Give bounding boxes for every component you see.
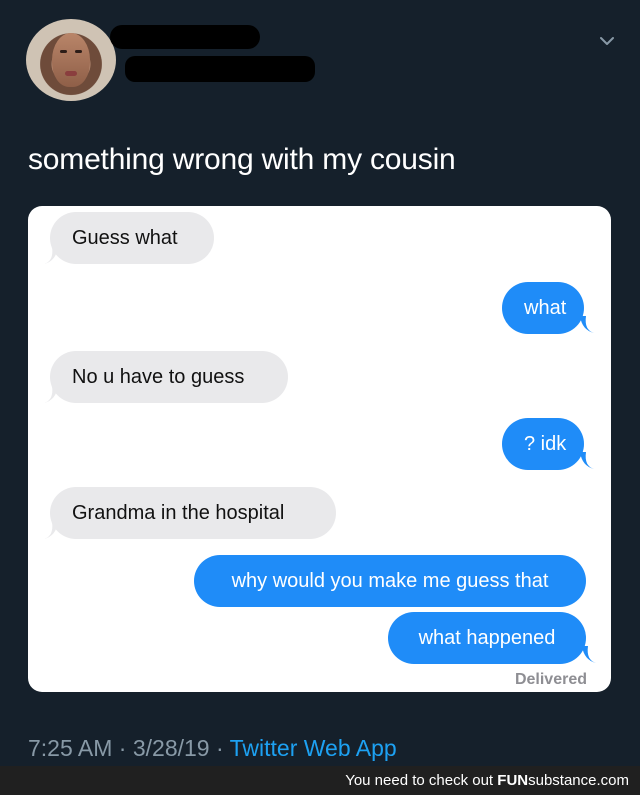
message-bubble-incoming: Grandma in the hospital (50, 487, 336, 539)
redacted-username (125, 56, 315, 82)
chevron-down-icon[interactable] (600, 34, 614, 48)
bubble-tail-incoming (44, 386, 58, 403)
tweet-text: something wrong with my cousin (28, 143, 456, 176)
redacted-display-name (110, 25, 260, 49)
avatar[interactable] (26, 19, 116, 101)
bubble-tail-outgoing (580, 316, 594, 333)
watermark-brand-rest: substance.com (528, 772, 629, 789)
message-screenshot[interactable]: Guess what what No u have to guess ? idk… (28, 206, 611, 692)
bubble-tail-incoming (44, 522, 58, 539)
avatar-eye (60, 50, 67, 53)
message-bubble-outgoing: why would you make me guess that (194, 555, 586, 607)
watermark-text: You need to check out FUNsubstance.com (345, 772, 629, 789)
avatar-face (52, 33, 90, 87)
avatar-lips (65, 71, 77, 76)
tweet-date: 3/28/19 (132, 735, 210, 761)
watermark-message: You need to check out (345, 772, 494, 789)
tweet-source-link[interactable]: Twitter Web App (230, 735, 397, 761)
meta-separator: · (215, 735, 224, 761)
message-bubble-incoming: Guess what (50, 212, 214, 264)
avatar-eye (75, 50, 82, 53)
watermark-brand-bold: FUN (497, 772, 529, 789)
bubble-tail-outgoing (580, 452, 594, 469)
message-bubble-outgoing: ? idk (502, 418, 584, 470)
message-bubble-outgoing: what happened (388, 612, 586, 664)
bubble-tail-outgoing (582, 646, 596, 663)
bubble-tail-incoming (44, 247, 58, 264)
delivered-status: Delivered (514, 671, 587, 688)
tweet-metadata: 7:25 AM · 3/28/19 · Twitter Web App (28, 735, 397, 762)
message-bubble-outgoing: what (502, 282, 584, 334)
message-bubble-incoming: No u have to guess (50, 351, 288, 403)
tweet-time: 7:25 AM (28, 735, 113, 761)
meta-separator: · (118, 735, 127, 761)
watermark-footer: You need to check out FUNsubstance.com (0, 766, 640, 795)
